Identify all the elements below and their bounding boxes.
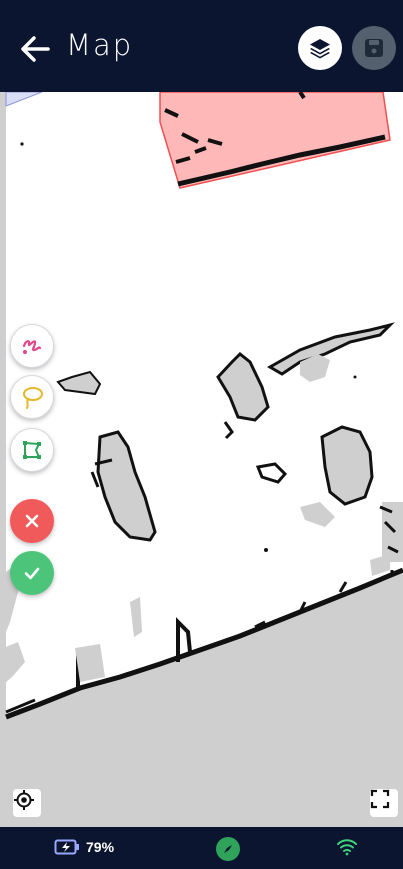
battery-charging-icon	[54, 839, 79, 855]
crosshair-icon	[14, 790, 34, 810]
page-title: Map	[66, 28, 134, 62]
polygon-tool[interactable]	[10, 428, 54, 472]
confirm-button[interactable]	[10, 551, 54, 595]
compass-icon	[224, 845, 232, 853]
floppy-disk-icon	[365, 39, 383, 57]
map-canvas[interactable]	[0, 92, 403, 827]
lasso-tool[interactable]	[10, 375, 54, 419]
check-icon	[24, 567, 40, 580]
app-header: Map	[0, 0, 403, 92]
arrow-left-icon[interactable]	[18, 32, 52, 66]
fullscreen-button[interactable]	[370, 789, 398, 817]
battery-percent: 79%	[86, 839, 115, 855]
floor-area	[6, 570, 403, 827]
status-bar: 79%	[0, 827, 403, 869]
wifi-icon	[337, 839, 357, 856]
compass-indicator	[216, 837, 240, 861]
occupancy-map	[0, 92, 403, 827]
expand-icon	[370, 789, 390, 809]
zone-edge-blue	[5, 92, 43, 107]
locate-button[interactable]	[13, 789, 41, 817]
lasso-icon	[23, 387, 43, 409]
battery-status: 79%	[54, 839, 114, 855]
close-icon	[25, 514, 39, 528]
map-edge	[0, 92, 6, 827]
obstacle	[216, 351, 270, 422]
layers-button[interactable]	[298, 26, 342, 70]
polygon-icon	[23, 441, 41, 459]
layers-icon	[310, 39, 330, 59]
draw-path-tool[interactable]	[10, 324, 54, 368]
cancel-button[interactable]	[10, 499, 54, 543]
scribble-icon	[22, 340, 42, 354]
save-button[interactable]	[352, 26, 396, 70]
